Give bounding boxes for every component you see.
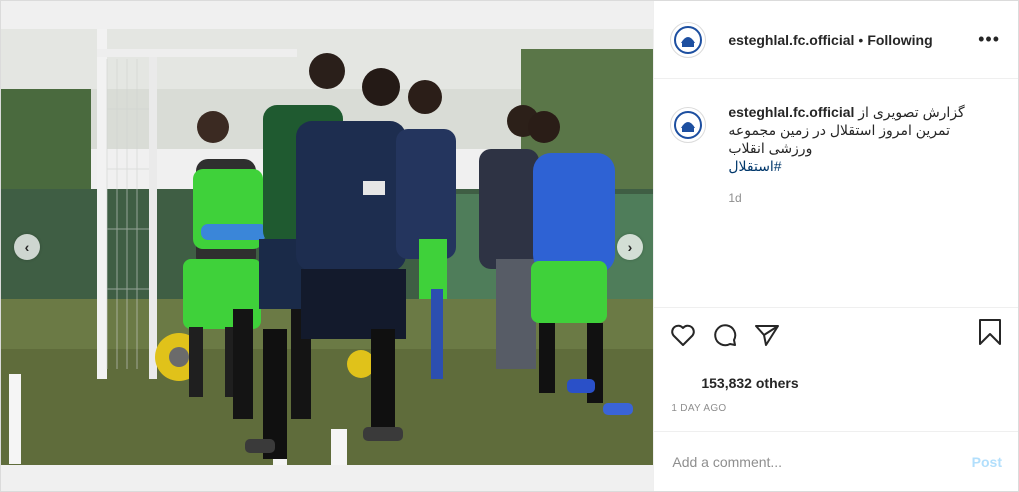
avatar[interactable]	[670, 21, 707, 58]
comment-button[interactable]	[712, 322, 738, 348]
post-media: ‹ ›	[1, 1, 654, 491]
paper-plane-icon	[755, 324, 780, 346]
training-photo[interactable]	[1, 29, 654, 465]
hashtag-link[interactable]: #استقلال	[728, 157, 978, 175]
save-button[interactable]	[978, 318, 1002, 351]
likes-count[interactable]: 153,832 others	[654, 361, 1018, 395]
comments-area: esteghlal.fc.official گزارش تصویری از تم…	[654, 79, 1018, 307]
caption-username-link[interactable]: esteghlal.fc.official	[728, 104, 854, 120]
training-photo-illustration	[1, 29, 654, 465]
club-logo-icon	[674, 25, 703, 54]
carousel-prev-button[interactable]: ‹	[14, 234, 40, 260]
bookmark-icon	[979, 319, 1001, 345]
following-button[interactable]: Following	[867, 32, 932, 48]
club-logo-icon	[674, 111, 703, 139]
action-bar	[654, 307, 1018, 361]
caption: esteghlal.fc.official گزارش تصویری از تم…	[670, 103, 1002, 207]
caption-body: esteghlal.fc.official گزارش تصویری از تم…	[728, 103, 978, 207]
post-comment-button[interactable]: Post	[972, 454, 1002, 470]
chevron-right-icon: ›	[627, 239, 633, 255]
caption-timestamp[interactable]: 1d	[728, 189, 978, 207]
header-separator: •	[858, 31, 864, 48]
post-sidebar: esteghlal.fc.official • Following ••• es…	[653, 1, 1018, 491]
share-button[interactable]	[754, 323, 780, 347]
post-header: esteghlal.fc.official • Following •••	[654, 1, 1018, 79]
heart-icon	[671, 324, 696, 346]
more-options-icon[interactable]: •••	[978, 29, 1000, 50]
post-date[interactable]: 1 DAY AGO	[654, 395, 1018, 431]
instagram-post: ‹ › esteghlal.fc.official • Following ••…	[0, 0, 1019, 492]
header-username-link[interactable]: esteghlal.fc.official	[728, 32, 854, 48]
caption-avatar[interactable]	[670, 107, 707, 143]
comment-icon	[714, 323, 737, 346]
comment-input[interactable]	[670, 452, 972, 471]
carousel-next-button[interactable]: ›	[617, 234, 643, 260]
like-button[interactable]	[670, 323, 696, 347]
add-comment-form: Post	[654, 431, 1018, 491]
chevron-left-icon: ‹	[24, 239, 30, 255]
